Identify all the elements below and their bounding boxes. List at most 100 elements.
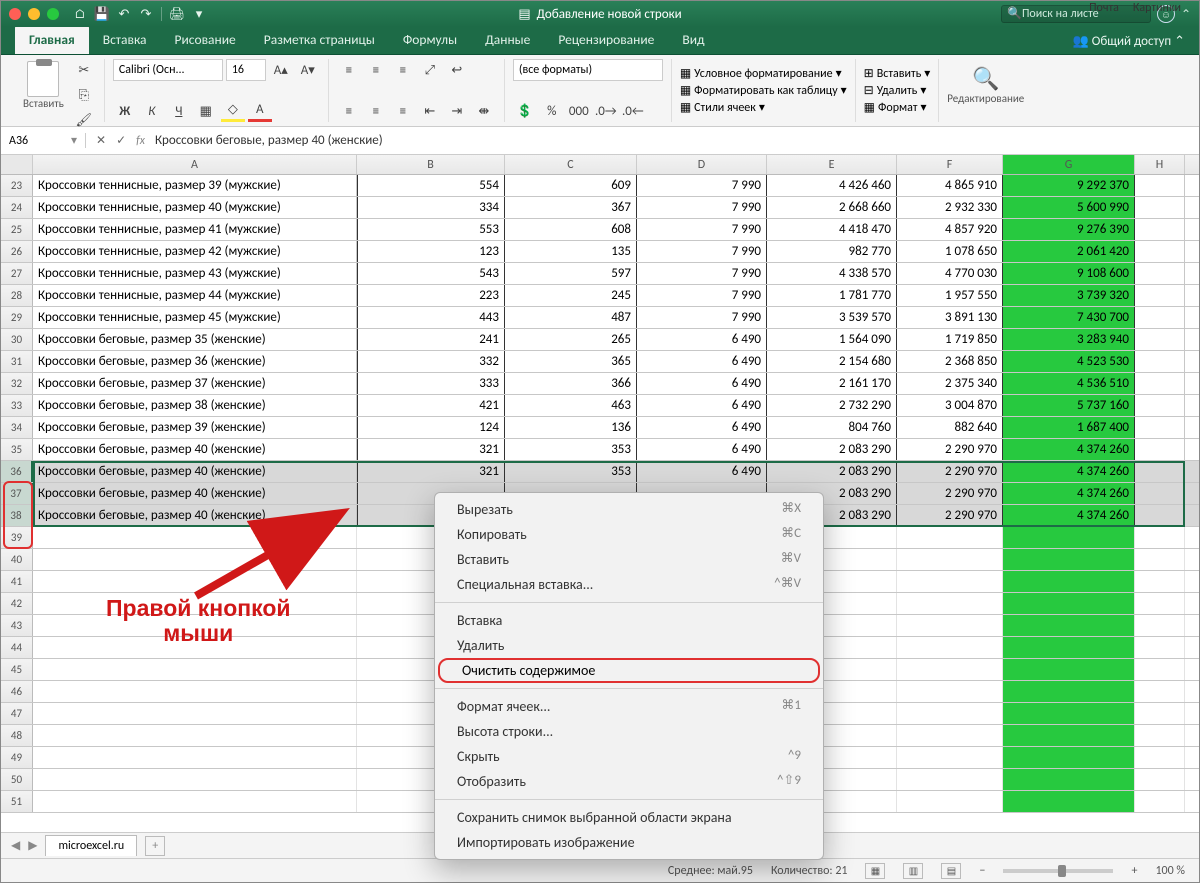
row-header[interactable]: 42: [1, 593, 33, 614]
cell[interactable]: [1135, 373, 1185, 394]
cell[interactable]: 241: [357, 329, 505, 350]
cell[interactable]: 135: [505, 241, 637, 262]
cell[interactable]: 2 932 330: [897, 197, 1003, 218]
align-left-icon[interactable]: ≡: [337, 100, 361, 122]
cell[interactable]: 353: [505, 461, 637, 482]
cell[interactable]: Кроссовки беговые, размер 35 (женские): [33, 329, 357, 350]
cell[interactable]: 124: [357, 417, 505, 438]
font-size-select[interactable]: 16: [226, 59, 266, 81]
insert-button[interactable]: ⊞ Вставить ▾: [864, 66, 931, 81]
percent-icon[interactable]: %: [540, 100, 564, 122]
cell[interactable]: [1135, 263, 1185, 284]
ctx-format-cells[interactable]: Формат ячеек...⌘1: [435, 694, 823, 719]
format-table-button[interactable]: ▦ Форматировать как таблицу ▾: [680, 83, 847, 98]
paste-button[interactable]: Вставить: [19, 59, 68, 131]
cell[interactable]: 3 004 870: [897, 395, 1003, 416]
cell[interactable]: Кроссовки беговые, размер 37 (женские): [33, 373, 357, 394]
home-icon[interactable]: ⌂: [70, 5, 90, 23]
row-header[interactable]: 47: [1, 703, 33, 724]
cancel-icon[interactable]: ✕: [96, 133, 106, 148]
table-row[interactable]: 31 Кроссовки беговые, размер 36 (женские…: [1, 351, 1199, 373]
cell[interactable]: 608: [505, 219, 637, 240]
row-header[interactable]: 32: [1, 373, 33, 394]
cell[interactable]: 2 290 970: [897, 439, 1003, 460]
cell[interactable]: 7 990: [637, 307, 767, 328]
row-header[interactable]: 40: [1, 549, 33, 570]
currency-icon[interactable]: 💲: [513, 100, 537, 122]
cell[interactable]: 2 375 340: [897, 373, 1003, 394]
row-header[interactable]: 39: [1, 527, 33, 548]
orientation-icon[interactable]: ⤢: [418, 59, 442, 81]
cell[interactable]: 334: [357, 197, 505, 218]
cell[interactable]: [1135, 395, 1185, 416]
cell[interactable]: 1 957 550: [897, 285, 1003, 306]
row-header[interactable]: 44: [1, 637, 33, 658]
cell[interactable]: 5 737 160: [1003, 395, 1135, 416]
cell[interactable]: [1135, 329, 1185, 350]
table-row[interactable]: 28 Кроссовки теннисные, размер 44 (мужск…: [1, 285, 1199, 307]
cell[interactable]: 136: [505, 417, 637, 438]
cell[interactable]: Кроссовки теннисные, размер 41 (мужские): [33, 219, 357, 240]
col-header[interactable]: C: [505, 155, 637, 174]
cell[interactable]: [1135, 219, 1185, 240]
table-row[interactable]: 35 Кроссовки беговые, размер 40 (женские…: [1, 439, 1199, 461]
table-row[interactable]: 24 Кроссовки теннисные, размер 40 (мужск…: [1, 197, 1199, 219]
align-right-icon[interactable]: ≡: [391, 100, 415, 122]
table-row[interactable]: 25 Кроссовки теннисные, размер 41 (мужск…: [1, 219, 1199, 241]
ctx-delete[interactable]: Удалить: [435, 633, 823, 658]
sheet-nav-next[interactable]: ▶: [28, 838, 37, 853]
cell[interactable]: [1135, 351, 1185, 372]
cell[interactable]: 1 078 650: [897, 241, 1003, 262]
cell[interactable]: 2 083 290: [767, 439, 897, 460]
close-window[interactable]: [9, 8, 21, 20]
cell[interactable]: 7 990: [637, 175, 767, 196]
font-select[interactable]: Calibri (Осн...: [113, 59, 223, 81]
conditional-format-button[interactable]: ▦ Условное форматирование ▾: [680, 66, 847, 81]
table-row[interactable]: 34 Кроссовки беговые, размер 39 (женские…: [1, 417, 1199, 439]
cell[interactable]: 2 154 680: [767, 351, 897, 372]
zoom-out-icon[interactable]: −: [979, 864, 985, 878]
edit-group[interactable]: 🔍 Редактирование: [947, 59, 1024, 105]
cell[interactable]: 6 490: [637, 461, 767, 482]
cell[interactable]: Кроссовки теннисные, размер 43 (мужские): [33, 263, 357, 284]
formula-input[interactable]: Кроссовки беговые, размер 40 (женские): [155, 133, 383, 148]
cell[interactable]: 365: [505, 351, 637, 372]
cell[interactable]: 2 668 660: [767, 197, 897, 218]
cell[interactable]: 4 374 260: [1003, 439, 1135, 460]
align-bot-icon[interactable]: ≡: [391, 59, 415, 81]
cell[interactable]: 2 290 970: [897, 483, 1003, 504]
fx-icon[interactable]: fx: [136, 134, 145, 148]
row-header[interactable]: 31: [1, 351, 33, 372]
cell[interactable]: 5 600 990: [1003, 197, 1135, 218]
cell[interactable]: 1 719 850: [897, 329, 1003, 350]
align-mid-icon[interactable]: ≡: [364, 59, 388, 81]
bold-button[interactable]: Ж: [113, 100, 137, 122]
ctx-show[interactable]: Отобразить^⇧9: [435, 769, 823, 794]
cell[interactable]: 321: [357, 439, 505, 460]
font-color-icon[interactable]: A: [248, 100, 272, 122]
row-header[interactable]: 38: [1, 505, 33, 526]
col-header[interactable]: B: [357, 155, 505, 174]
cell[interactable]: 2 061 420: [1003, 241, 1135, 262]
cell[interactable]: 487: [505, 307, 637, 328]
delete-button[interactable]: ⊟ Удалить ▾: [864, 83, 931, 98]
cell[interactable]: [1135, 241, 1185, 262]
cell[interactable]: 554: [357, 175, 505, 196]
cell[interactable]: 2 290 970: [897, 505, 1003, 526]
cell[interactable]: 367: [505, 197, 637, 218]
view-normal-icon[interactable]: ▦: [865, 863, 885, 879]
align-top-icon[interactable]: ≡: [337, 59, 361, 81]
row-header[interactable]: 27: [1, 263, 33, 284]
cell[interactable]: 332: [357, 351, 505, 372]
cell[interactable]: Кроссовки беговые, размер 40 (женские): [33, 439, 357, 460]
row-header[interactable]: 41: [1, 571, 33, 592]
format-button[interactable]: ▦ Формат ▾: [864, 100, 931, 115]
images-link[interactable]: Картинки: [1133, 1, 1181, 15]
row-header[interactable]: 34: [1, 417, 33, 438]
chevron-icon[interactable]: ⌃: [1181, 7, 1191, 22]
cell[interactable]: 2 083 290: [767, 461, 897, 482]
fill-color-icon[interactable]: ◇: [221, 100, 245, 122]
cell[interactable]: 9 108 600: [1003, 263, 1135, 284]
cell[interactable]: 265: [505, 329, 637, 350]
inc-decimal-icon[interactable]: .0→: [594, 100, 618, 122]
